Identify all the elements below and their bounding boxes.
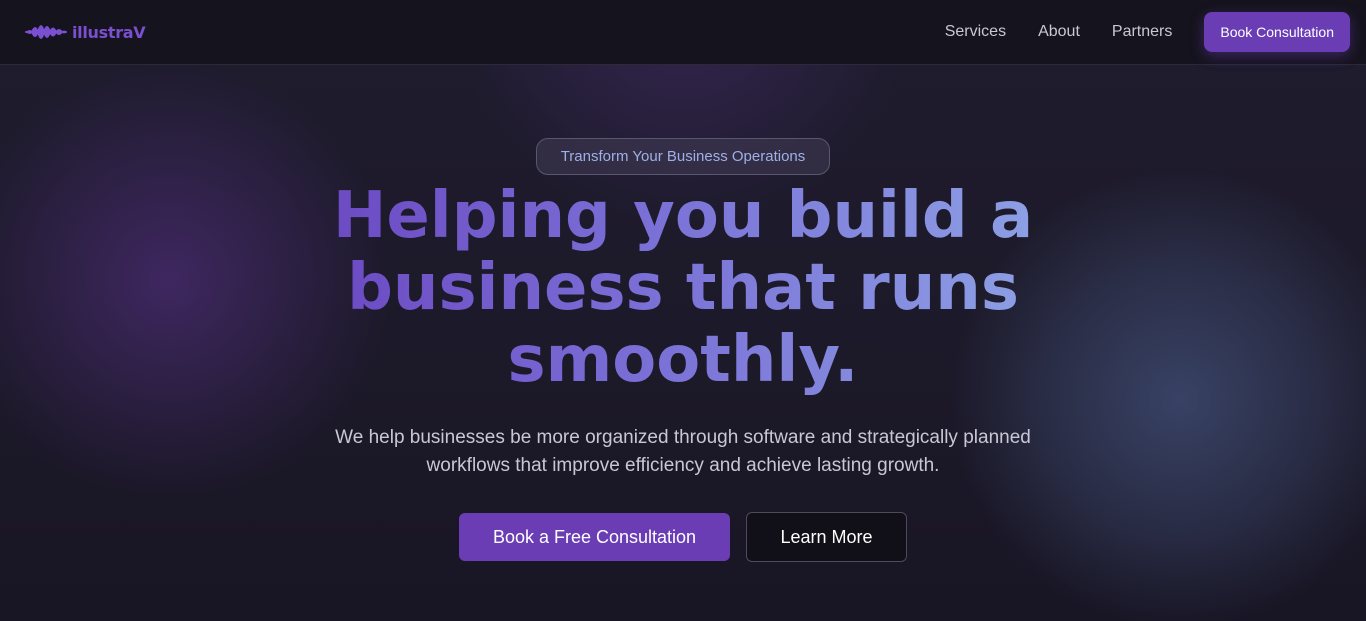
learn-more-button[interactable]: Learn More bbox=[746, 512, 907, 562]
nav-link-partners[interactable]: Partners bbox=[1112, 23, 1172, 41]
hero-badge: Transform Your Business Operations bbox=[536, 138, 830, 175]
nav-link-services[interactable]: Services bbox=[945, 23, 1006, 41]
nav-link-about[interactable]: About bbox=[1038, 23, 1080, 41]
main-nav: Services About Partners Book Consultatio… bbox=[945, 12, 1350, 52]
book-consultation-button[interactable]: Book Consultation bbox=[1204, 12, 1350, 52]
hero-headline-line: smoothly. bbox=[507, 323, 859, 397]
hero-subtext: We help businesses be more organized thr… bbox=[283, 424, 1083, 480]
hero-subtext-line: We help businesses be more organized thr… bbox=[335, 427, 1031, 448]
waveform-logo-icon bbox=[24, 16, 68, 48]
hero-headline: Helping you build a business that runs s… bbox=[283, 180, 1083, 396]
page: illustraV Services About Partners Book C… bbox=[0, 0, 1366, 621]
logo[interactable]: illustraV bbox=[24, 16, 146, 48]
hero-subtext-line: workflows that improve efficiency and ac… bbox=[426, 455, 940, 476]
book-free-consultation-button[interactable]: Book a Free Consultation bbox=[459, 513, 730, 561]
hero-headline-line: Helping you build a bbox=[332, 179, 1034, 253]
hero-headline-line: business that runs bbox=[347, 251, 1019, 325]
site-header: illustraV Services About Partners Book C… bbox=[0, 0, 1366, 65]
logo-text: illustraV bbox=[72, 22, 146, 42]
